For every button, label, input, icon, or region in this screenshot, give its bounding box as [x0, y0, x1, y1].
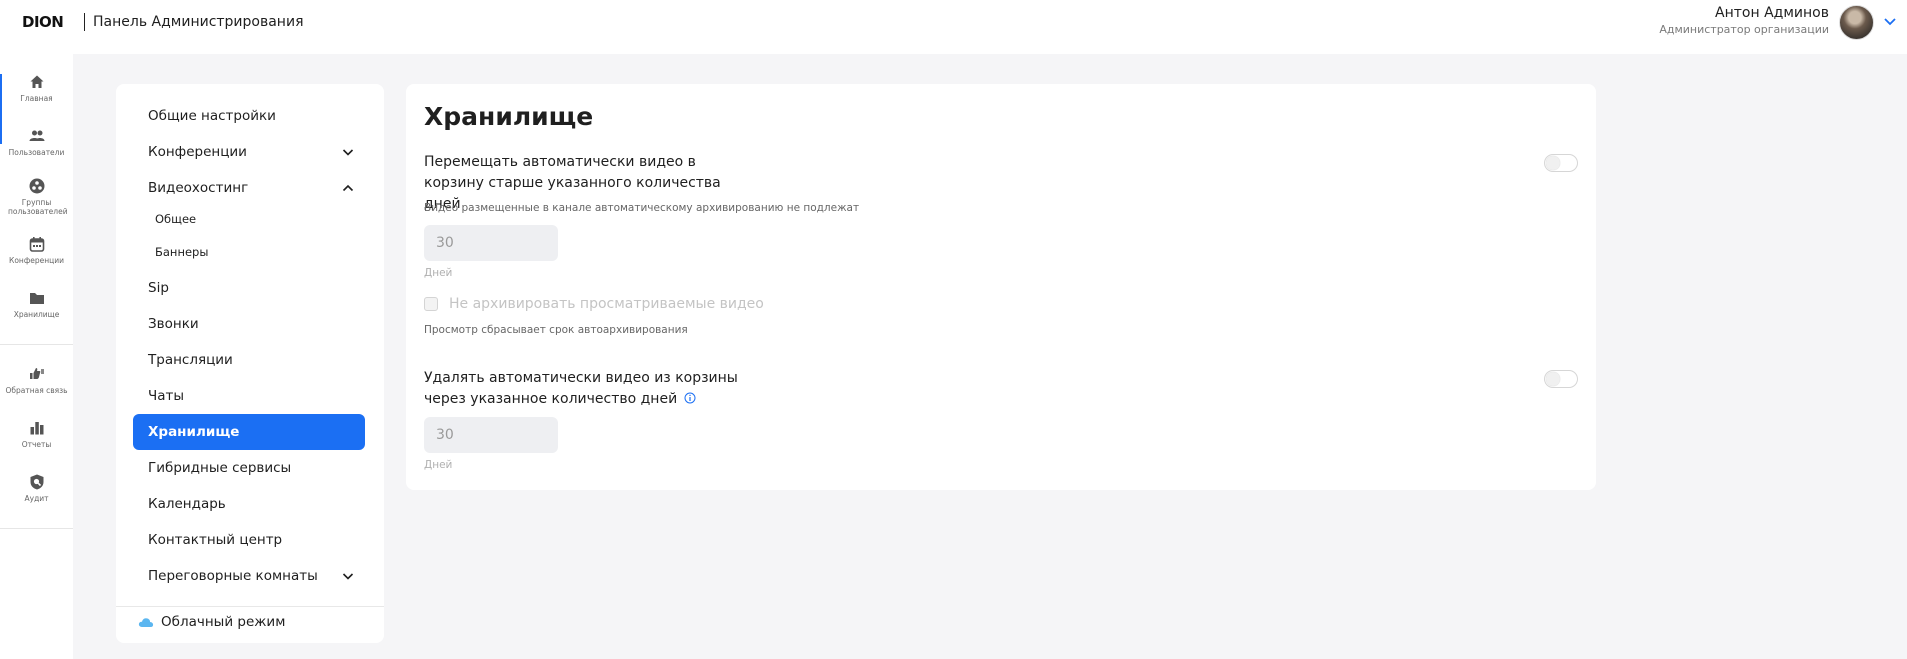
nav-subitem-general[interactable]: Общее [133, 205, 365, 233]
nav-item-label: Гибридные сервисы [148, 460, 292, 476]
nav-item-label: Хранилище [148, 424, 240, 440]
auto-trash-toggle[interactable] [1544, 154, 1578, 172]
nav-item-sip[interactable]: Sip [133, 270, 365, 306]
nav-item-contact-center[interactable]: Контактный центр [133, 522, 365, 558]
nav-item-label: Конференции [148, 144, 247, 160]
groups-icon [29, 178, 44, 194]
rail-divider [0, 344, 73, 345]
rail-item-home[interactable]: Главная [0, 74, 73, 103]
users-icon [29, 130, 44, 141]
nav-item-label: Звонки [148, 316, 199, 332]
cloud-mode-toggle[interactable]: Облачный режим [138, 614, 285, 630]
chevron-down-icon[interactable] [1883, 14, 1897, 28]
nav-item-calls[interactable]: Звонки [133, 306, 365, 342]
nav-item-label: Календарь [148, 496, 226, 512]
rail-label: Конференции [9, 256, 64, 265]
auto-trash-days-unit: Дней [424, 267, 453, 279]
info-icon[interactable] [684, 392, 696, 404]
nav-item-label: Трансляции [148, 352, 233, 368]
settings-nav: Общие настройки Конференции Видеохостинг… [116, 84, 384, 643]
no-archive-viewed-checkbox[interactable] [424, 297, 438, 311]
calendar-icon [29, 237, 44, 252]
cloud-icon [138, 618, 154, 627]
auto-trash-days-input[interactable] [424, 225, 558, 261]
auto-delete-days-input[interactable] [424, 417, 558, 453]
user-info[interactable]: Антон Админов Администратор организации [1659, 4, 1829, 38]
rail-label: Отчеты [21, 440, 52, 449]
auto-delete-toggle[interactable] [1544, 370, 1578, 388]
rail-item-users[interactable]: Пользователи [0, 128, 73, 157]
nav-item-hybrid-services[interactable]: Гибридные сервисы [133, 450, 365, 486]
nav-item-label: Общее [155, 212, 197, 226]
folder-icon [29, 293, 44, 304]
dion-logo[interactable]: DION [22, 13, 64, 31]
rail-label: Главная [20, 94, 53, 103]
nav-item-label: Sip [148, 280, 169, 296]
no-archive-viewed-hint: Просмотр сбрасывает срок автоархивирован… [424, 324, 688, 336]
nav-item-broadcasts[interactable]: Трансляции [133, 342, 365, 378]
nav-subitem-banners[interactable]: Баннеры [133, 238, 365, 266]
rail-divider [0, 528, 73, 529]
logo-divider [84, 13, 85, 31]
rail-label: Хранилище [13, 310, 60, 319]
auto-trash-hint: Видео размещенные в канале автоматическо… [424, 202, 860, 214]
rail-label: Группы пользователей [8, 198, 68, 216]
nav-item-conferences[interactable]: Конференции [133, 134, 365, 170]
nav-item-calendar[interactable]: Календарь [133, 486, 365, 522]
user-role: Администратор организации [1659, 23, 1829, 36]
nav-item-label: Общие настройки [148, 108, 276, 124]
rail-item-conferences[interactable]: Конференции [0, 236, 73, 265]
left-rail: Главная Пользователи Группы пользователе… [0, 54, 73, 659]
storage-settings-panel: Хранилище Перемещать автоматически видео… [406, 84, 1596, 490]
nav-item-general-settings[interactable]: Общие настройки [133, 98, 365, 134]
rail-item-reports[interactable]: Отчеты [0, 420, 73, 449]
top-header: DION Панель Администрирования Антон Адми… [0, 0, 1907, 54]
nav-item-label: Видеохостинг [148, 180, 249, 196]
page-title: Хранилище [424, 102, 594, 131]
home-icon [30, 75, 43, 88]
nav-item-label: Баннеры [155, 245, 209, 259]
chevron-down-icon[interactable] [341, 569, 355, 583]
nav-item-label: Чаты [148, 388, 185, 404]
nav-item-meeting-rooms[interactable]: Переговорные комнаты [133, 558, 365, 594]
nav-item-storage[interactable]: Хранилище [133, 414, 365, 450]
rail-label: Пользователи [8, 148, 65, 157]
user-name: Антон Админов [1715, 5, 1829, 21]
nav-item-videohosting[interactable]: Видеохостинг [133, 170, 365, 206]
reports-icon [30, 422, 43, 435]
audit-icon [30, 474, 43, 490]
chevron-up-icon[interactable] [341, 181, 355, 195]
rail-item-audit[interactable]: Аудит [0, 474, 73, 503]
nav-item-chats[interactable]: Чаты [133, 378, 365, 414]
auto-delete-days-unit: Дней [424, 459, 453, 471]
no-archive-viewed-row[interactable]: Не архивировать просматриваемые видео [424, 296, 764, 312]
rail-item-feedback[interactable]: Обратная связь [0, 366, 73, 395]
nav-divider [116, 606, 384, 607]
auto-delete-label: Удалять автоматически видео из корзины ч… [424, 368, 784, 410]
cloud-mode-label: Облачный режим [161, 614, 286, 630]
chevron-down-icon[interactable] [341, 145, 355, 159]
feedback-icon [29, 368, 44, 379]
rail-label: Аудит [24, 494, 49, 503]
nav-item-label: Переговорные комнаты [148, 568, 318, 584]
app-title: Панель Администрирования [93, 14, 304, 30]
rail-item-groups[interactable]: Группы пользователей [0, 178, 73, 216]
no-archive-viewed-label: Не архивировать просматриваемые видео [449, 296, 764, 312]
nav-item-label: Контактный центр [148, 532, 283, 548]
rail-item-storage[interactable]: Хранилище [0, 290, 73, 319]
rail-label: Обратная связь [5, 386, 68, 395]
avatar[interactable] [1839, 5, 1874, 40]
